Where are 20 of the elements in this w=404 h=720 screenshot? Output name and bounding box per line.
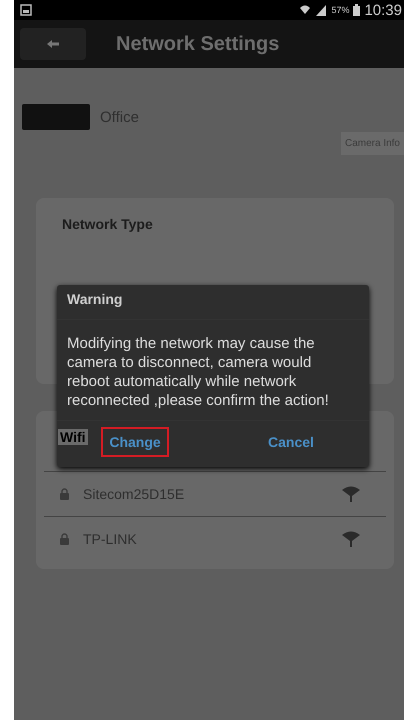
camera-thumbnail	[22, 104, 90, 130]
dialog-button[interactable]: Cancel	[260, 427, 322, 457]
wifi-icon	[299, 4, 312, 16]
wifi-signal-icon	[342, 531, 360, 547]
back-arrow-icon	[46, 39, 60, 49]
dialog-message: Modifying the network may cause the camera to disconnect, camera would reboot automatically while network reconnected ,please confirm the action!	[66, 334, 330, 411]
signal-icon	[315, 4, 328, 16]
image-icon	[20, 4, 32, 16]
battery-percent: 57%	[331, 5, 350, 15]
dialog-title: Warning	[57, 285, 369, 320]
dialog-button[interactable]: Change	[101, 427, 169, 457]
clock: 10:39	[364, 2, 402, 18]
wifi-network-item[interactable]: TP-LINK	[44, 516, 386, 561]
section-title: Wifi	[58, 429, 88, 445]
wifi-signal-icon	[342, 486, 360, 502]
back-button[interactable]	[20, 28, 86, 60]
battery-icon	[353, 4, 360, 16]
section-title: Network Type	[61, 215, 154, 234]
screen-title: Network Settings	[116, 32, 280, 56]
wifi-network-item[interactable]: Sitecom25D15E	[44, 471, 386, 516]
